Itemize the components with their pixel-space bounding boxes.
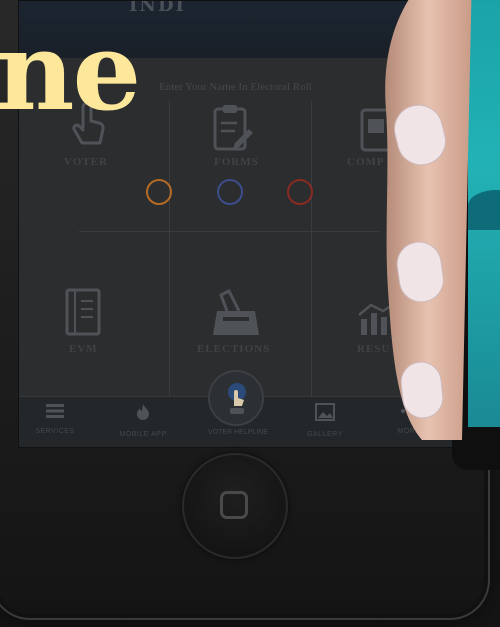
voter-helpline-label: VOTER HELPLINE [208, 429, 268, 436]
enrollment-notice[interactable]: Enter Your Name In Electoral Roll [159, 81, 312, 93]
page-indicator-dot[interactable] [146, 179, 172, 205]
finger-vote-icon [228, 383, 246, 414]
menu-icon [46, 404, 64, 418]
notebook-icon [65, 288, 101, 336]
clipboard-icon [213, 105, 253, 151]
nav-mobile-app[interactable]: MOBILE APP [113, 403, 173, 438]
nav-services-label: SERVICES [35, 428, 75, 435]
voter-helpline-button[interactable] [208, 370, 264, 426]
image-icon [315, 403, 335, 421]
grid-divider [169, 101, 170, 396]
tile-evm-label: EVM [69, 343, 98, 355]
nav-gallery-label: GALLERY [307, 431, 343, 438]
stage: INDI Enter Your Name In Electoral Roll V… [0, 0, 500, 627]
home-square-icon [220, 491, 248, 519]
headline-text: ne [0, 9, 141, 135]
tile-elections-label: ELECTIONS [197, 343, 271, 355]
nav-mobile-app-label: MOBILE APP [119, 431, 167, 438]
page-indicator-dot[interactable] [287, 179, 313, 205]
grid-divider [79, 231, 379, 232]
grid-divider [311, 101, 312, 396]
page-indicator-dot[interactable] [217, 179, 243, 205]
tile-forms-label: FORMS [214, 156, 259, 168]
ballot-box-icon [213, 288, 259, 335]
tile-voter-label: VOTER [64, 156, 108, 168]
home-button[interactable] [182, 453, 288, 559]
nav-services[interactable]: SERVICES [25, 403, 85, 435]
nav-gallery[interactable]: GALLERY [295, 403, 355, 438]
hand-image [385, 0, 472, 440]
flame-icon [137, 404, 149, 420]
